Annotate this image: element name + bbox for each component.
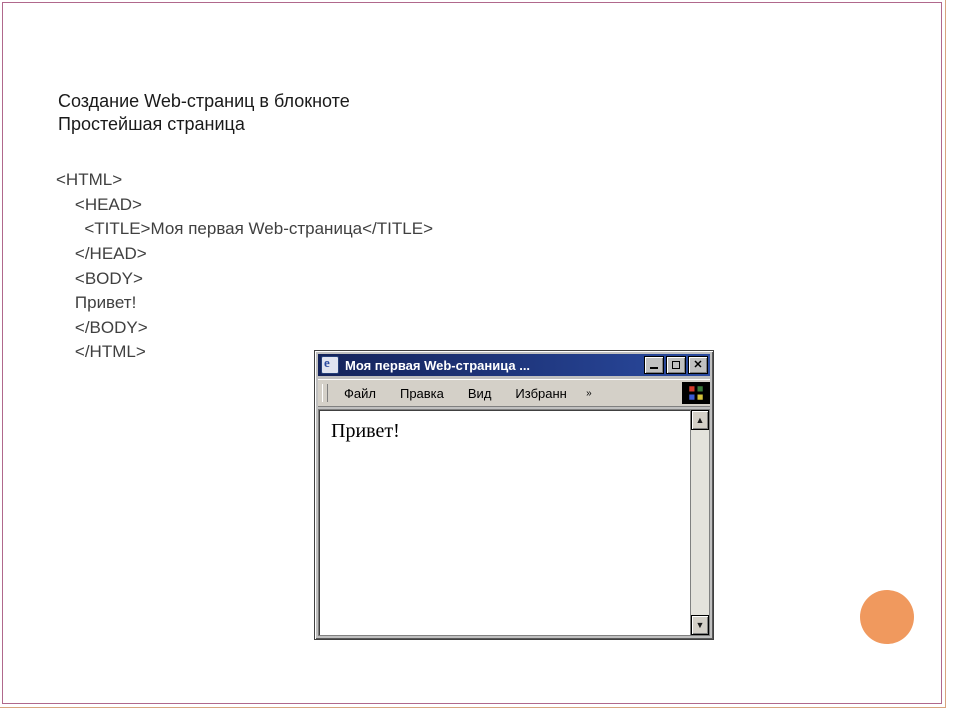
menu-edit[interactable]: Правка bbox=[388, 384, 456, 403]
window-title: Моя первая Web-страница ... bbox=[345, 358, 638, 373]
toolbar-grip bbox=[322, 384, 328, 402]
menu-file[interactable]: Файл bbox=[332, 384, 388, 403]
menu-favorites[interactable]: Избранн bbox=[503, 384, 578, 403]
heading-line-1: Создание Web-страниц в блокноте bbox=[58, 90, 350, 113]
titlebar: Моя первая Web-страница ... bbox=[318, 354, 710, 376]
accent-circle bbox=[860, 590, 914, 644]
heading-line-2: Простейшая страница bbox=[58, 113, 350, 136]
minimize-button[interactable] bbox=[644, 356, 664, 374]
vertical-scrollbar[interactable]: ▲ ▼ bbox=[690, 410, 709, 635]
page-viewport: Привет! bbox=[319, 410, 690, 635]
page-body-text: Привет! bbox=[331, 420, 400, 442]
slide-heading: Создание Web-страниц в блокноте Простейш… bbox=[58, 90, 350, 135]
menubar: Файл Правка Вид Избранн » bbox=[318, 379, 710, 407]
html-code-example: <HTML> <HEAD> <TITLE>Моя первая Web-стра… bbox=[56, 168, 433, 365]
scroll-track[interactable] bbox=[691, 430, 709, 615]
ie-app-icon bbox=[321, 356, 339, 374]
menu-overflow-button[interactable]: » bbox=[579, 383, 599, 403]
scroll-up-button[interactable]: ▲ bbox=[691, 410, 709, 430]
ie-throbber-icon bbox=[682, 382, 710, 404]
maximize-button[interactable] bbox=[666, 356, 686, 374]
menu-view[interactable]: Вид bbox=[456, 384, 504, 403]
browser-window: Моя первая Web-страница ... Файл Правка … bbox=[314, 350, 714, 640]
scroll-down-button[interactable]: ▼ bbox=[691, 615, 709, 635]
close-button[interactable] bbox=[688, 356, 708, 374]
